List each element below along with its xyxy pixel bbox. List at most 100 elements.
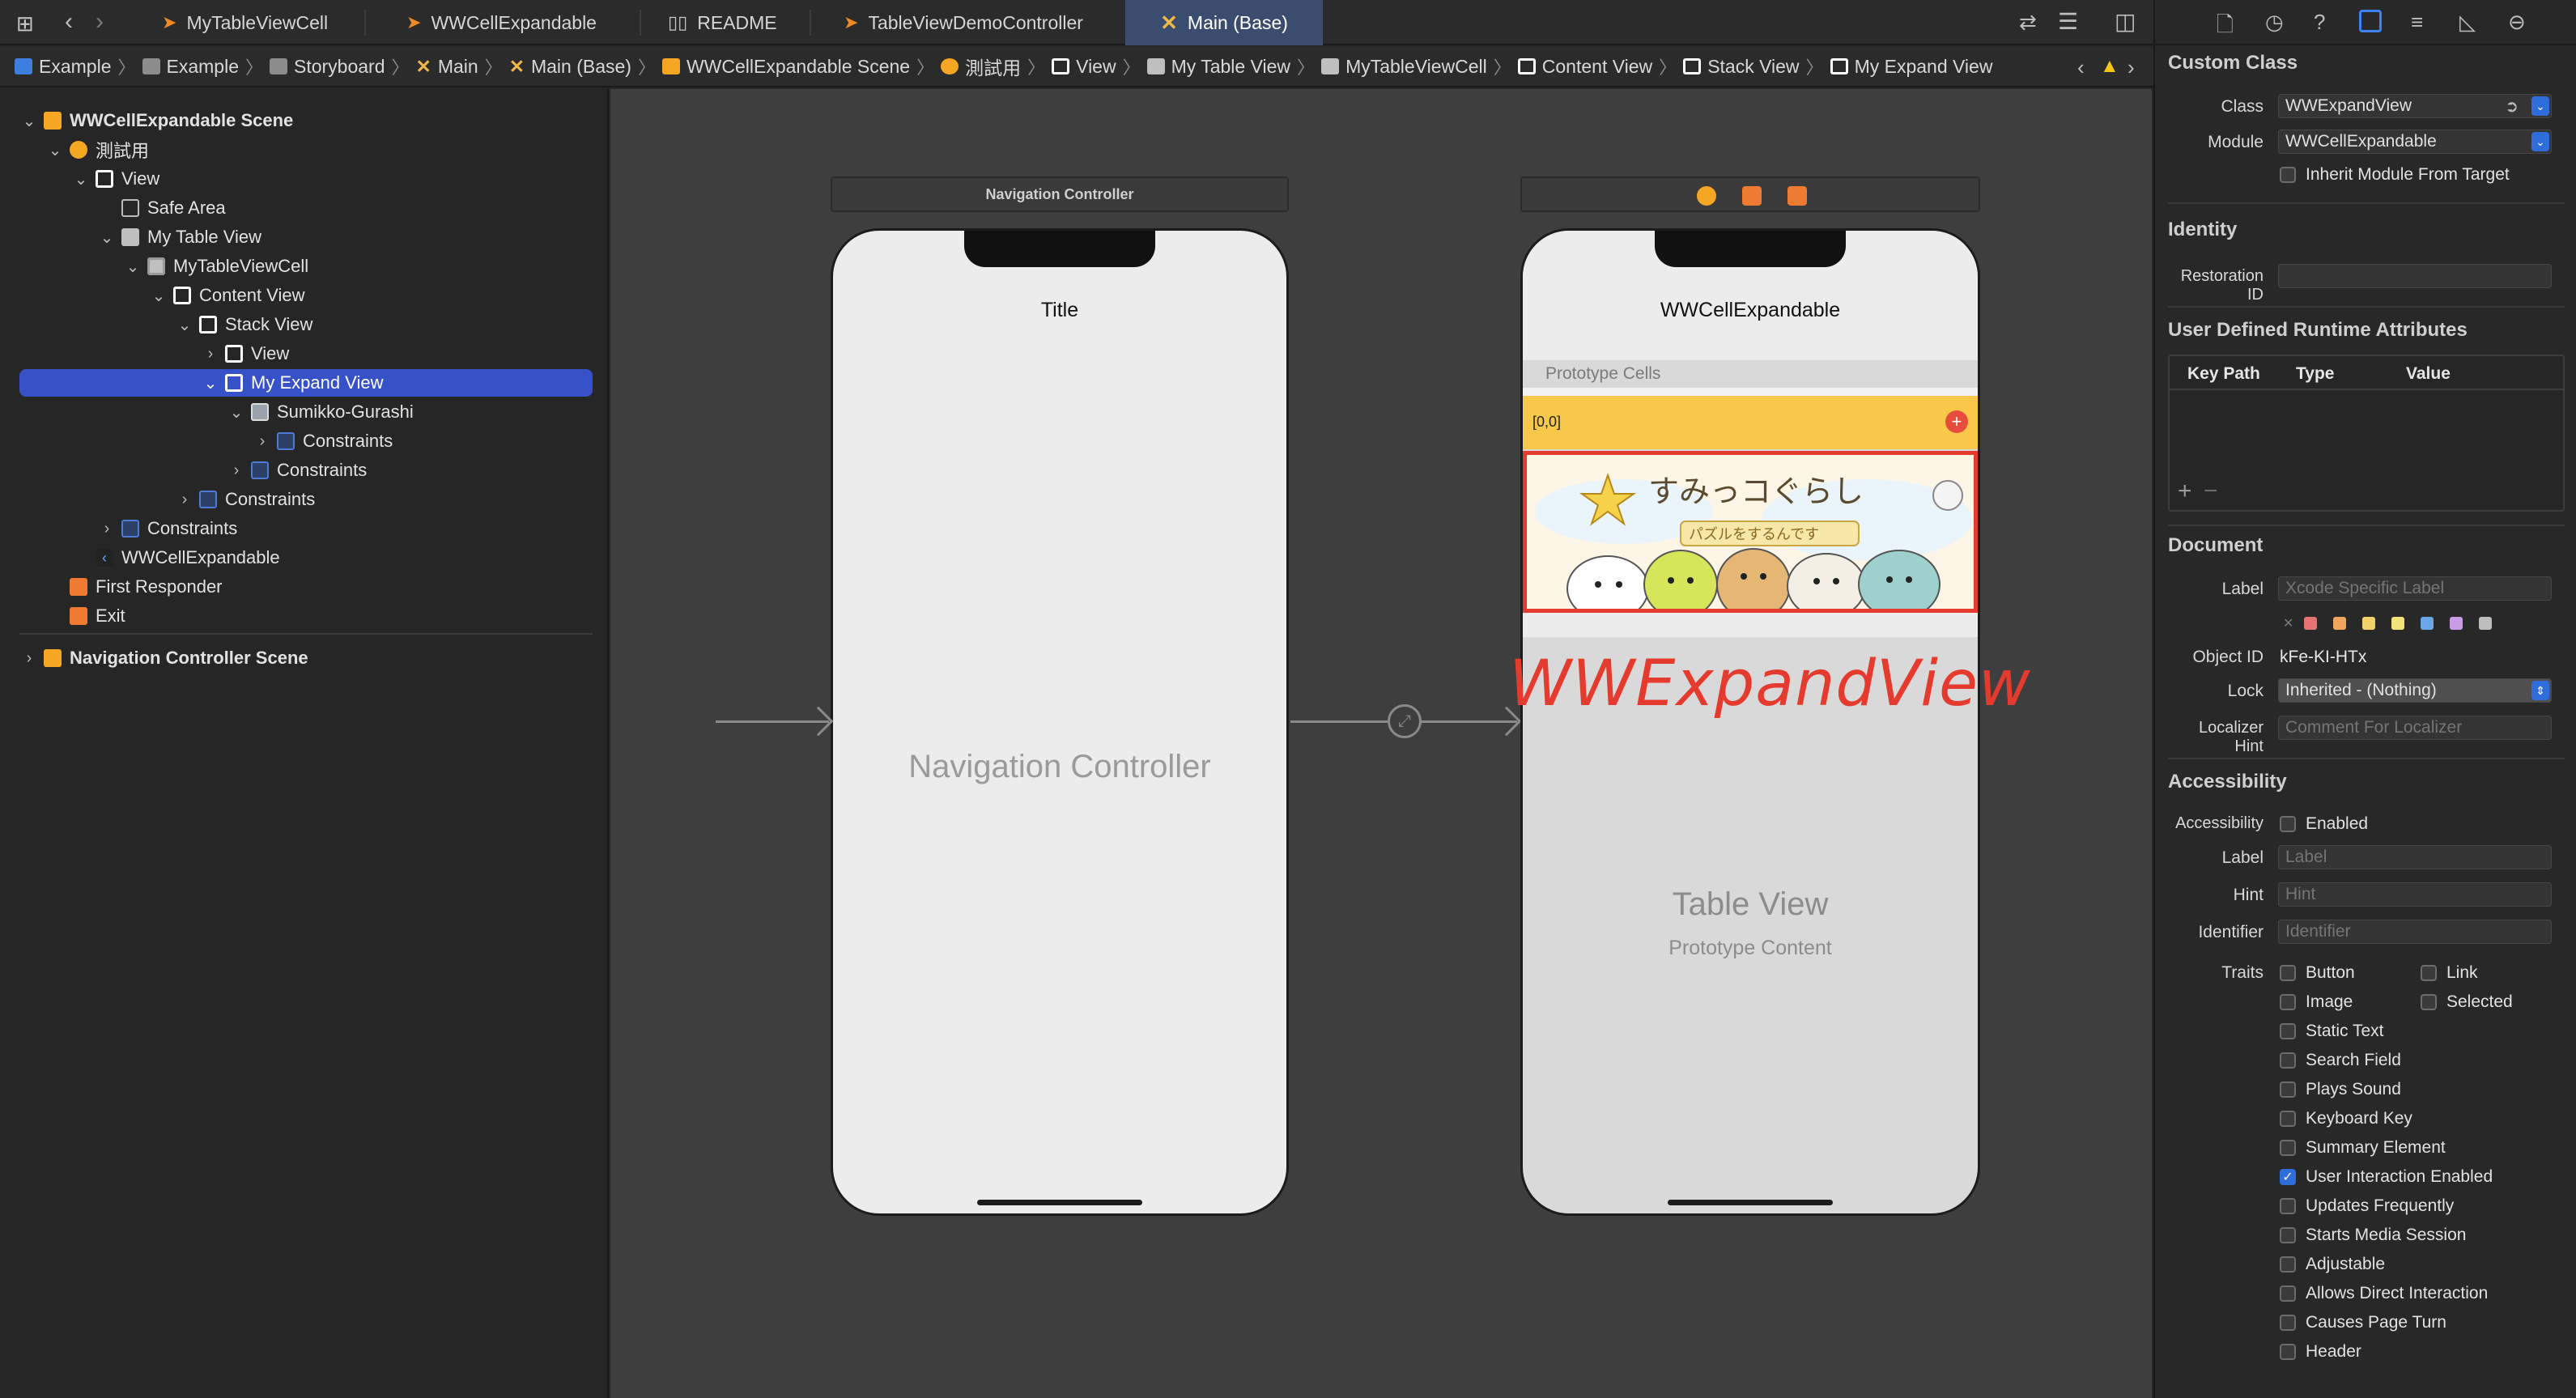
- trait-checkbox[interactable]: [2421, 965, 2437, 981]
- storyboard-canvas[interactable]: Navigation Controller Title Navigation C…: [610, 89, 2152, 1398]
- warning-icon[interactable]: ▲: [2100, 55, 2119, 78]
- chevron-right-icon[interactable]: ›: [97, 520, 117, 538]
- chevron-down-icon[interactable]: ⌄: [201, 373, 220, 393]
- trait-checkbox[interactable]: [2280, 1344, 2296, 1360]
- connections-inspector-icon[interactable]: ⊖: [2508, 10, 2526, 35]
- trait-checkbox[interactable]: [2280, 965, 2296, 981]
- chevron-down-icon[interactable]: ⌄: [123, 257, 142, 277]
- doc-label-field[interactable]: [2278, 576, 2552, 601]
- back-arrow-icon[interactable]: ‹: [65, 8, 73, 36]
- trait-checkbox[interactable]: [2280, 1227, 2296, 1243]
- chevron-up-down-icon[interactable]: ⇕: [2531, 681, 2549, 700]
- trait-checkbox[interactable]: [2280, 994, 2296, 1010]
- breadcrumb-item[interactable]: Content View: [1517, 56, 1652, 78]
- trait-checkbox[interactable]: [2280, 1111, 2296, 1127]
- add-icon[interactable]: +: [1945, 410, 1968, 433]
- trait-checkbox[interactable]: [2421, 994, 2437, 1010]
- breadcrumb-item[interactable]: ✕ Main (Base): [509, 56, 631, 78]
- history-icon[interactable]: ◷: [2265, 10, 2284, 35]
- label-color-swatch[interactable]: [2333, 617, 2346, 630]
- scene-dock-main[interactable]: [1520, 176, 1980, 212]
- identity-inspector-icon[interactable]: [2359, 10, 2382, 32]
- outline-item-wwcellexpandable[interactable]: ‹ WWCellExpandable: [19, 544, 593, 572]
- outline-item-exit[interactable]: Exit: [19, 602, 593, 630]
- label-color-swatch[interactable]: [2362, 617, 2375, 630]
- breadcrumb-item[interactable]: Storyboard: [270, 56, 385, 78]
- chevron-down-icon[interactable]: ⌄: [2531, 132, 2549, 151]
- class-field[interactable]: WWExpandView ➲ ⌄: [2278, 94, 2552, 118]
- outline-item-content-view[interactable]: ⌄ Content View: [19, 282, 593, 309]
- outline-item-view-controller[interactable]: ⌄ 測試用: [19, 136, 593, 164]
- nav-controller-scene[interactable]: Title Navigation Controller: [831, 228, 1289, 1216]
- outline-item-constraints[interactable]: › Constraints: [19, 486, 593, 513]
- tab-readme[interactable]: ▯▯ README: [668, 0, 814, 45]
- outline-item-safe-area[interactable]: Safe Area: [19, 194, 593, 222]
- trait-checkbox[interactable]: [2280, 1052, 2296, 1069]
- breadcrumb-item[interactable]: 測試用: [941, 53, 1021, 80]
- cell-header[interactable]: [0,0] +: [1523, 396, 1978, 449]
- label-color-swatch[interactable]: [2450, 617, 2463, 630]
- related-items-icon[interactable]: ⇄: [2019, 10, 2037, 35]
- breadcrumb-item[interactable]: MyTableViewCell: [1321, 56, 1487, 78]
- chevron-down-icon[interactable]: ⌄: [71, 169, 91, 189]
- outline-item-my-expand-view[interactable]: ⌄ My Expand View: [19, 369, 593, 397]
- localizer-hint-field[interactable]: [2278, 716, 2552, 740]
- my-expand-view[interactable]: すみっコぐらし パズルをするんです: [1523, 451, 1978, 613]
- accessibility-enabled-checkbox[interactable]: [2280, 816, 2296, 832]
- label-color-swatch[interactable]: [2304, 617, 2317, 630]
- trait-checkbox[interactable]: [2280, 1285, 2296, 1302]
- module-field[interactable]: WWCellExpandable ⌄: [2278, 130, 2552, 154]
- trait-checkbox[interactable]: [2280, 1256, 2296, 1273]
- label-color-swatch[interactable]: [2391, 617, 2404, 630]
- breadcrumb-item[interactable]: View: [1052, 56, 1116, 78]
- attributes-inspector-icon[interactable]: ≡: [2411, 10, 2423, 35]
- outline-item-view[interactable]: › View: [19, 340, 593, 368]
- size-inspector-icon[interactable]: ◺: [2459, 10, 2476, 35]
- lock-popup[interactable]: Inherited - (Nothing) ⇕: [2278, 678, 2552, 703]
- breadcrumb-item[interactable]: WWCellExpandable Scene: [661, 56, 910, 78]
- add-icon[interactable]: +: [2178, 478, 2192, 505]
- forward-arrow-icon[interactable]: ›: [96, 8, 104, 36]
- breadcrumb-item[interactable]: My Expand View: [1830, 56, 1992, 78]
- outline-item-stack-view[interactable]: ⌄ Stack View: [19, 311, 593, 338]
- help-icon[interactable]: ?: [2314, 10, 2325, 35]
- outline-item-scene[interactable]: ⌄ WWCellExpandable Scene: [19, 107, 593, 134]
- tab-wwcellexpandable[interactable]: ➤ WWCellExpandable: [406, 0, 641, 45]
- go-to-definition-icon[interactable]: ➲: [2505, 96, 2519, 117]
- label-color-swatch[interactable]: [2479, 617, 2492, 630]
- chevron-down-icon[interactable]: ⌄: [97, 227, 117, 248]
- chevron-right-icon[interactable]: ›: [2128, 55, 2135, 80]
- inherit-module-checkbox[interactable]: [2280, 167, 2296, 183]
- breadcrumb-item[interactable]: Example: [15, 56, 111, 78]
- chevron-left-icon[interactable]: ‹: [2077, 55, 2085, 80]
- first-responder-icon[interactable]: [1742, 186, 1762, 206]
- outline-item-view[interactable]: ⌄ View: [19, 165, 593, 193]
- chevron-down-icon[interactable]: ⌄: [149, 286, 168, 306]
- label-color-swatch[interactable]: [2421, 617, 2434, 630]
- editor-options-icon[interactable]: ☰: [2058, 8, 2078, 35]
- trait-checkbox[interactable]: ✓: [2280, 1169, 2296, 1185]
- acc-hint-field[interactable]: [2278, 882, 2552, 907]
- chevron-down-icon[interactable]: ⌄: [175, 315, 194, 335]
- chevron-right-icon[interactable]: ›: [19, 649, 39, 668]
- outline-item-first-responder[interactable]: First Responder: [19, 573, 593, 601]
- main-scene[interactable]: WWCellExpandable Prototype Cells [0,0] +: [1520, 228, 1980, 1216]
- breadcrumb-item[interactable]: My Table View: [1146, 56, 1290, 78]
- chevron-down-icon[interactable]: ⌄: [19, 111, 39, 131]
- trait-checkbox[interactable]: [2280, 1081, 2296, 1098]
- outline-item-table-view[interactable]: ⌄ My Table View: [19, 223, 593, 251]
- breadcrumb-item[interactable]: ✕ Main: [416, 56, 478, 78]
- chevron-right-icon[interactable]: ›: [227, 461, 246, 480]
- file-inspector-icon[interactable]: 🗋: [2217, 10, 2234, 45]
- scene-dock-nav[interactable]: Navigation Controller: [831, 176, 1289, 212]
- clear-label-icon[interactable]: ✕: [2283, 615, 2293, 631]
- breadcrumb-item[interactable]: Example: [142, 56, 239, 78]
- restoration-id-field[interactable]: [2278, 264, 2552, 288]
- outline-item-constraints[interactable]: › Constraints: [19, 457, 593, 484]
- tab-tableviewdemocontroller[interactable]: ➤ TableViewDemoController: [844, 0, 1103, 45]
- acc-identifier-field[interactable]: [2278, 920, 2552, 944]
- chevron-right-icon[interactable]: ›: [175, 491, 194, 509]
- split-editor-icon[interactable]: ◫: [2115, 8, 2136, 35]
- outline-item-constraints[interactable]: › Constraints: [19, 515, 593, 542]
- runtime-attributes-table[interactable]: Key Path Type Value + −: [2168, 355, 2565, 512]
